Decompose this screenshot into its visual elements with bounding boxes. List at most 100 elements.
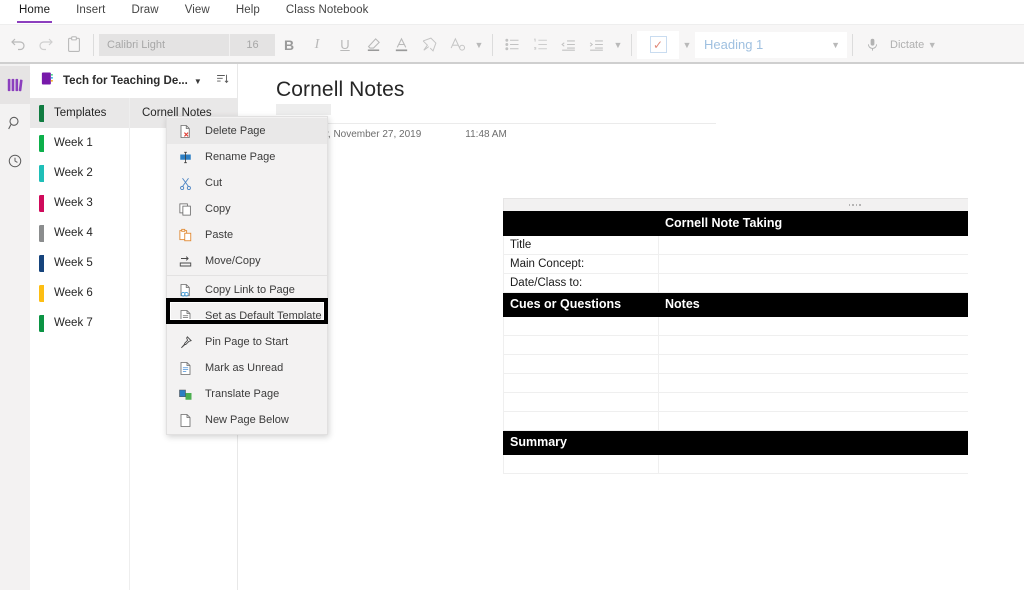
format-painter-icon[interactable]: [415, 30, 443, 60]
table-cell[interactable]: [503, 392, 659, 412]
menu-item-cut[interactable]: Cut: [167, 170, 327, 196]
dictate-label[interactable]: Dictate: [886, 39, 924, 51]
chevron-down-icon[interactable]: ▼: [924, 30, 940, 60]
cornell-note-table-container: ◀▶ Cornell Note Taking Title Main Concep…: [503, 198, 1024, 474]
menu-item-set-as-default-template[interactable]: Set as Default Template: [167, 303, 327, 329]
table-cell[interactable]: Summary: [503, 430, 659, 455]
note-canvas[interactable]: Cornell Notes Wednesday, November 27, 20…: [238, 64, 1024, 590]
table-cell[interactable]: [503, 411, 659, 431]
numbered-list-icon[interactable]: [526, 30, 554, 60]
table-cell[interactable]: Title: [503, 235, 659, 255]
font-size-input[interactable]: 16: [229, 33, 275, 56]
table-row[interactable]: Cornell Note Taking: [503, 211, 1024, 236]
tab-class-notebook[interactable]: Class Notebook: [273, 0, 382, 21]
bold-label: B: [283, 36, 295, 53]
toolbar-divider: [631, 33, 632, 56]
clear-formatting-icon[interactable]: [443, 30, 471, 60]
table-row[interactable]: Summary: [503, 430, 1024, 455]
tab-draw[interactable]: Draw: [118, 0, 171, 21]
tab-help[interactable]: Help: [223, 0, 273, 21]
underline-button[interactable]: U: [331, 30, 359, 60]
menu-item-label: Cut: [205, 177, 223, 189]
font-name-input[interactable]: Calibri Light: [99, 33, 229, 56]
italic-button[interactable]: I: [303, 30, 331, 60]
table-row[interactable]: [503, 411, 1024, 431]
menu-divider: [167, 275, 327, 276]
table-row[interactable]: [503, 373, 1024, 393]
sidebar-section-week-7[interactable]: Week 7: [30, 308, 129, 338]
table-cell[interactable]: Cues or Questions: [503, 292, 659, 317]
sidebar-section-templates[interactable]: Templates: [30, 98, 129, 128]
bold-button[interactable]: B: [275, 30, 303, 60]
table-row[interactable]: Cues or Questions Notes: [503, 292, 1024, 317]
increase-indent-icon[interactable]: [582, 30, 610, 60]
menu-item-copy-link-to-page[interactable]: Copy Link to Page: [167, 277, 327, 303]
styles-dropdown[interactable]: Heading 1 ▼: [695, 31, 847, 58]
table-cell[interactable]: [503, 335, 659, 355]
page-title[interactable]: Cornell Notes: [276, 78, 1024, 102]
table-cell[interactable]: [503, 454, 659, 474]
chevron-down-icon[interactable]: ▼: [831, 40, 847, 50]
search-icon[interactable]: [0, 104, 30, 142]
sidebar-section-week-3[interactable]: Week 3: [30, 188, 129, 218]
table-row[interactable]: Date/Class to:: [503, 273, 1024, 293]
table-cell[interactable]: Date/Class to:: [503, 273, 659, 293]
tab-home[interactable]: Home: [6, 0, 63, 23]
tab-view[interactable]: View: [172, 0, 223, 21]
table-cell[interactable]: [503, 354, 659, 374]
table-cell[interactable]: Main Concept:: [503, 254, 659, 274]
notebooks-icon[interactable]: [0, 66, 30, 104]
microphone-icon[interactable]: [858, 30, 886, 60]
section-color-bar: [39, 194, 44, 212]
menu-item-new-page-below[interactable]: New Page Below: [167, 407, 327, 433]
menu-item-copy[interactable]: Copy: [167, 196, 327, 222]
table-row[interactable]: [503, 316, 1024, 336]
menu-item-mark-as-unread[interactable]: Mark as Unread: [167, 355, 327, 381]
recent-clock-icon[interactable]: [0, 142, 30, 180]
table-row[interactable]: Title: [503, 235, 1024, 255]
chevron-down-icon[interactable]: ▼: [679, 30, 695, 60]
sidebar-section-week-4[interactable]: Week 4: [30, 218, 129, 248]
chevron-down-icon[interactable]: ▼: [610, 30, 626, 60]
menu-item-label: Translate Page: [205, 388, 280, 400]
tab-insert[interactable]: Insert: [63, 0, 118, 21]
section-color-bar: [39, 254, 44, 272]
page-time[interactable]: 11:48 AM: [465, 129, 507, 140]
menu-item-pin-page-to-start[interactable]: Pin Page to Start: [167, 329, 327, 355]
font-color-icon[interactable]: [387, 30, 415, 60]
page-context-menu[interactable]: Delete Page Rename Page Cut Copy Paste M…: [166, 116, 328, 435]
sidebar-section-week-5[interactable]: Week 5: [30, 248, 129, 278]
table-row[interactable]: [503, 354, 1024, 374]
table-cell[interactable]: [503, 316, 659, 336]
menu-item-label: Mark as Unread: [205, 362, 284, 374]
table-row[interactable]: [503, 392, 1024, 412]
menu-item-move-copy[interactable]: Move/Copy: [167, 248, 327, 274]
sidebar-section-week-2[interactable]: Week 2: [30, 158, 129, 188]
nav-rail: [0, 64, 30, 590]
bulleted-list-icon[interactable]: [498, 30, 526, 60]
menu-item-rename-page[interactable]: Rename Page: [167, 144, 327, 170]
decrease-indent-icon[interactable]: [554, 30, 582, 60]
sidebar-section-week-1[interactable]: Week 1: [30, 128, 129, 158]
table-row[interactable]: Main Concept:: [503, 254, 1024, 274]
table-cell[interactable]: [503, 211, 659, 236]
chevron-down-icon[interactable]: ▼: [471, 30, 487, 60]
highlighter-icon[interactable]: [359, 30, 387, 60]
table-row[interactable]: [503, 454, 1024, 474]
menu-item-delete-page[interactable]: Delete Page: [167, 118, 327, 144]
sidebar-section-week-6[interactable]: Week 6: [30, 278, 129, 308]
menu-item-paste[interactable]: Paste: [167, 222, 327, 248]
copy-link-icon: [177, 282, 193, 298]
table-cell[interactable]: [503, 373, 659, 393]
menu-item-translate-page[interactable]: Translate Page: [167, 381, 327, 407]
redo-icon[interactable]: [32, 30, 60, 60]
notebook-header[interactable]: Tech for Teaching De... ▼: [30, 64, 237, 98]
cornell-note-table[interactable]: Cornell Note Taking Title Main Concept: …: [503, 211, 1024, 474]
sort-icon[interactable]: [215, 72, 229, 91]
undo-icon[interactable]: [4, 30, 32, 60]
todo-tag-icon[interactable]: ✓: [637, 30, 679, 59]
table-move-handle[interactable]: ◀▶: [503, 198, 1024, 211]
clipboard-icon[interactable]: [60, 30, 88, 60]
table-row[interactable]: [503, 335, 1024, 355]
chevron-down-icon[interactable]: ▼: [188, 77, 202, 86]
